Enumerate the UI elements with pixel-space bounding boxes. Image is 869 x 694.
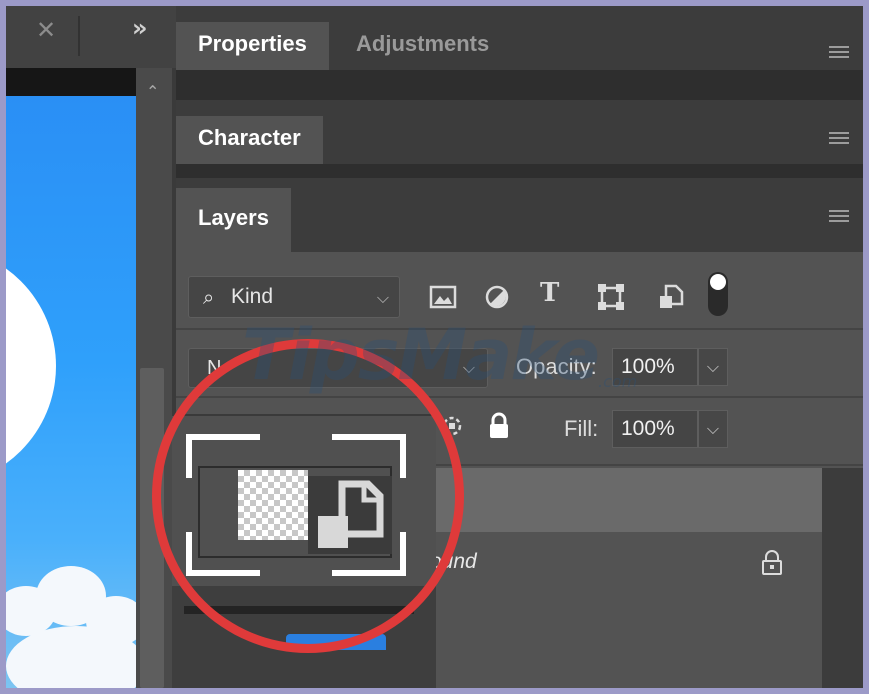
properties-panel-header: Properties Adjustments bbox=[176, 6, 863, 70]
collapse-panels-icon[interactable]: » bbox=[132, 14, 148, 42]
layers-scrollbar[interactable] bbox=[822, 468, 863, 688]
smart-object-thumbnail[interactable] bbox=[172, 414, 436, 586]
blend-mode-value: N bbox=[207, 357, 222, 379]
fill-dropdown-button[interactable]: ⌵ bbox=[698, 410, 728, 448]
tab-adjustments[interactable]: Adjustments bbox=[334, 22, 511, 70]
fill-input[interactable]: 100% bbox=[612, 410, 698, 448]
opacity-dropdown-button[interactable]: ⌵ bbox=[698, 348, 728, 386]
document-ruler-bar bbox=[6, 68, 136, 96]
fill-label: Fill: bbox=[564, 416, 599, 441]
opacity-input[interactable]: 100% bbox=[612, 348, 698, 386]
divider bbox=[176, 396, 863, 398]
adjustment-layer-filter-icon[interactable] bbox=[482, 282, 512, 312]
type-layer-filter-icon[interactable]: T bbox=[540, 278, 570, 308]
filter-toggle-switch[interactable] bbox=[708, 272, 728, 316]
layer-filter-kind-select[interactable]: ⌕ Kind ⌵ bbox=[188, 276, 400, 318]
panel-menu-icon[interactable] bbox=[829, 46, 849, 60]
blend-mode-select[interactable]: N ⌵ bbox=[188, 348, 488, 388]
chevron-down-icon: ⌵ bbox=[462, 358, 475, 377]
layer-name: ound bbox=[430, 550, 477, 573]
lock-all-icon[interactable] bbox=[488, 412, 510, 440]
divider bbox=[184, 606, 414, 614]
panel-menu-icon[interactable] bbox=[829, 132, 849, 146]
photoshop-window: ✕ » ⌃ Properties Adjustments Character L… bbox=[6, 6, 863, 688]
pixel-layer-filter-icon[interactable] bbox=[428, 282, 458, 312]
tab-properties[interactable]: Properties bbox=[176, 22, 329, 70]
tab-character[interactable]: Character bbox=[176, 116, 323, 164]
layer-thumbnail-peek bbox=[286, 634, 386, 650]
document-canvas[interactable] bbox=[6, 96, 136, 688]
close-icon[interactable]: ✕ bbox=[36, 16, 56, 44]
smart-object-badge-icon bbox=[308, 476, 392, 554]
tab-separator bbox=[78, 16, 80, 56]
lock-position-icon[interactable] bbox=[440, 412, 466, 440]
divider bbox=[172, 414, 436, 416]
search-icon: ⌕ bbox=[203, 285, 215, 309]
divider bbox=[176, 328, 863, 330]
panel-menu-icon[interactable] bbox=[829, 210, 849, 224]
document-tab-bar: ✕ » bbox=[6, 6, 176, 68]
lock-icon[interactable] bbox=[760, 550, 784, 576]
moon-shape bbox=[6, 246, 56, 486]
character-panel-header: Character bbox=[176, 100, 863, 164]
scrollbar-thumb[interactable] bbox=[140, 368, 164, 688]
layers-panel-header: Layers bbox=[176, 178, 863, 252]
opacity-label: Opacity: bbox=[516, 354, 597, 379]
filter-kind-label: Kind bbox=[231, 285, 274, 308]
chevron-down-icon: ⌵ bbox=[376, 288, 389, 307]
smart-object-filter-icon[interactable] bbox=[656, 282, 686, 312]
scroll-up-icon[interactable]: ⌃ bbox=[146, 82, 159, 101]
transparency-checkerboard bbox=[238, 470, 308, 540]
document-area: ✕ » ⌃ bbox=[6, 6, 176, 688]
document-scrollbar[interactable]: ⌃ bbox=[136, 68, 172, 688]
shape-layer-filter-icon[interactable] bbox=[596, 282, 626, 312]
tab-layers[interactable]: Layers bbox=[176, 188, 291, 252]
